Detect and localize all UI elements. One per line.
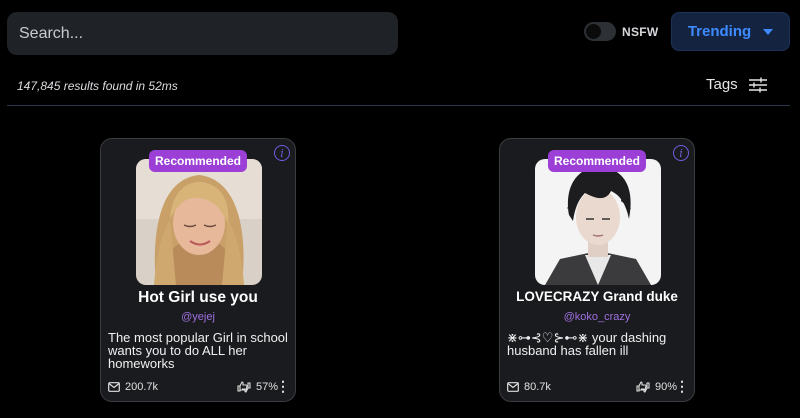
thumbs-icon (237, 381, 251, 393)
character-description: ⋇⊶⊰♡⊱⊷⋇ your dashing husband has fallen … (507, 331, 667, 358)
page: NSFW Trending 147,845 results found in 5… (0, 0, 800, 418)
card-footer: 80.7k 90% ⋮ (507, 379, 689, 395)
envelope-icon (108, 382, 120, 392)
sliders-icon (748, 77, 767, 92)
character-name: LOVECRAZY Grand duke (516, 289, 678, 304)
message-count: 80.7k (507, 381, 551, 393)
more-options-icon[interactable]: ⋮ (675, 379, 689, 393)
sort-dropdown-button[interactable]: Trending (671, 12, 790, 51)
message-count: 200.7k (108, 381, 158, 393)
nsfw-toggle-group: NSFW (584, 22, 659, 41)
recommended-badge: Recommended (547, 150, 647, 172)
sort-label: Trending (687, 23, 752, 40)
rating: 90% (636, 381, 677, 393)
search-input[interactable] (19, 24, 398, 43)
creator-handle[interactable]: @yejej (101, 311, 295, 323)
caret-down-icon (763, 28, 774, 35)
card-footer: 200.7k 57% ⋮ (108, 379, 290, 395)
info-icon[interactable]: i (274, 145, 290, 161)
divider (7, 105, 790, 106)
nsfw-toggle[interactable] (584, 22, 616, 41)
creator-handle[interactable]: @koko_crazy (500, 311, 694, 323)
rating: 57% (237, 381, 278, 393)
character-name: Hot Girl use you (138, 289, 258, 306)
character-description: The most popular Girl in school wants yo… (108, 331, 288, 371)
envelope-icon (507, 382, 519, 392)
message-count-value: 80.7k (524, 381, 551, 393)
rating-value: 57% (255, 381, 278, 393)
search-bar[interactable] (7, 12, 398, 55)
rating-value: 90% (654, 381, 677, 393)
results-count: 147,845 results found in 52ms (17, 79, 178, 93)
toggle-knob (586, 24, 601, 39)
character-card[interactable]: i Recommended LOVECRAZY Grand duke @koko… (499, 138, 695, 402)
recommended-badge: Recommended (148, 150, 248, 172)
tags-filter-button[interactable]: Tags (706, 76, 768, 93)
thumbs-icon (636, 381, 650, 393)
character-card[interactable]: i Recommended Hot Girl use you @yejej Th… (100, 138, 296, 402)
avatar (535, 159, 661, 285)
message-count-value: 200.7k (125, 381, 159, 393)
tags-label: Tags (706, 76, 738, 93)
more-options-icon[interactable]: ⋮ (276, 379, 290, 393)
nsfw-label: NSFW (622, 24, 659, 39)
info-icon[interactable]: i (673, 145, 689, 161)
avatar (136, 159, 262, 285)
